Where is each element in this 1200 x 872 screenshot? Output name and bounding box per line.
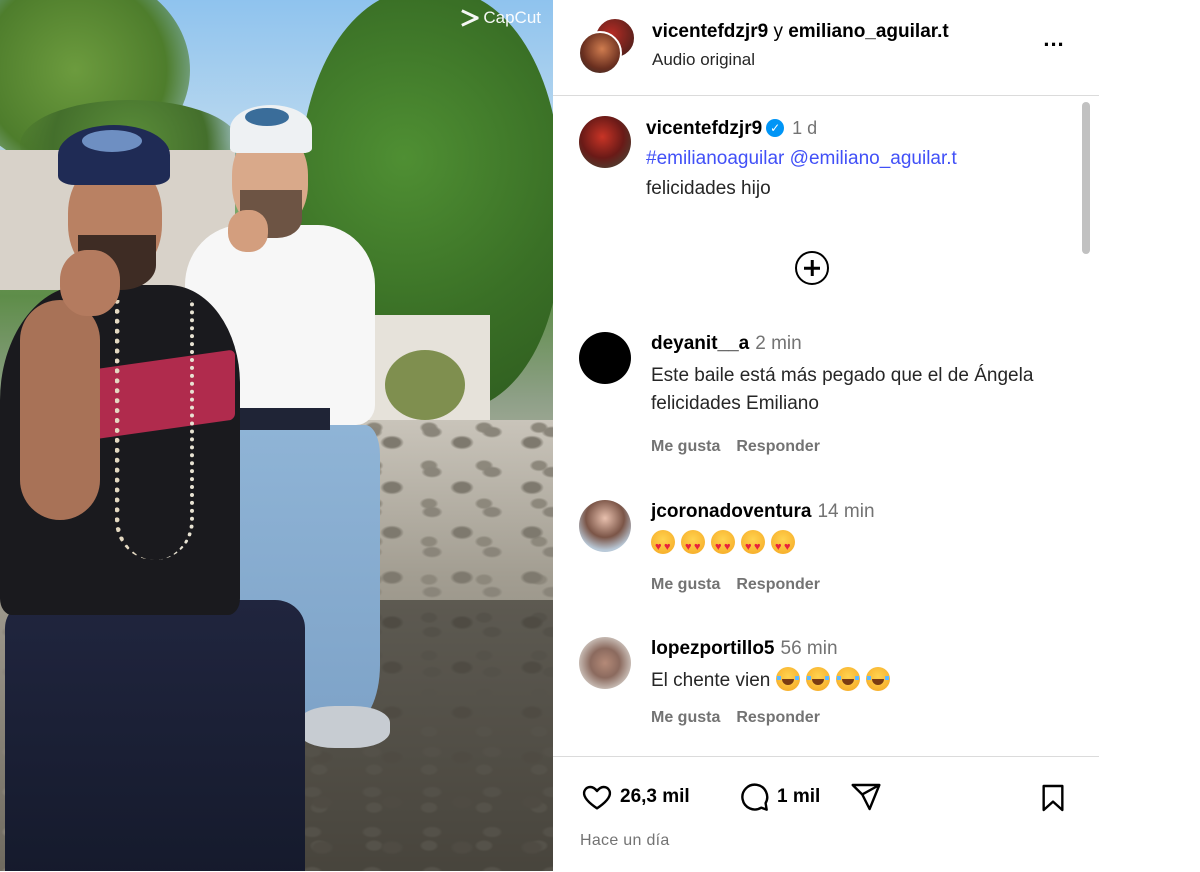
avatar[interactable] <box>579 332 631 384</box>
more-options-icon[interactable]: ... <box>1037 28 1071 58</box>
heart-eyes-emoji-icon <box>771 530 795 561</box>
comment-header: lopezportillo5 56 min <box>651 638 838 660</box>
comment-text-content: El chente vien <box>651 670 771 691</box>
comment-text <box>651 530 1061 561</box>
author-username-link[interactable]: vicentefdzjr9 <box>652 21 768 42</box>
send-icon <box>851 783 881 811</box>
tears-of-joy-emoji-icon <box>805 667 830 691</box>
likes-count[interactable]: 26,3 mil <box>620 786 690 808</box>
heart-eyes-emoji-icon <box>651 530 675 561</box>
post-details-panel: vicentefdzjr9 y emiliano_aguilar.t Audio… <box>553 0 1100 871</box>
like-comment-button[interactable]: Me gusta <box>651 438 720 455</box>
comment-text: Este baile está más pegado que el de Áng… <box>651 365 1034 414</box>
comment-time: 56 min <box>780 638 838 659</box>
post-timestamp[interactable]: Hace un día <box>580 832 670 850</box>
video-person-back-fist <box>228 210 268 252</box>
comment-time: 2 min <box>755 333 802 354</box>
comment-actions: Me gusta Responder <box>651 438 820 456</box>
comment-username-link[interactable]: deyanit__a <box>651 333 749 354</box>
video-person-back-cap-logo <box>245 108 289 126</box>
audio-link[interactable]: Audio original <box>652 50 755 70</box>
comment-header: jcoronadoventura 14 min <box>651 501 875 523</box>
heart-eyes-emoji-icon <box>711 530 735 561</box>
post-header: vicentefdzjr9 y emiliano_aguilar.t Audio… <box>553 0 1099 96</box>
mention-link[interactable]: @emiliano_aguilar.t <box>790 148 957 169</box>
avatar[interactable] <box>578 31 622 75</box>
bookmark-icon <box>1042 784 1064 812</box>
caption-author: vicentefdzjr9 ✓ 1 d <box>646 118 817 140</box>
video-person-back-belt <box>235 408 330 430</box>
post-authors: vicentefdzjr9 y emiliano_aguilar.t <box>652 21 949 43</box>
like-comment-button[interactable]: Me gusta <box>651 709 720 726</box>
like-button[interactable]: 26,3 mil <box>580 781 690 813</box>
heart-icon <box>582 785 612 810</box>
comments-scrollbar[interactable] <box>1079 100 1091 751</box>
share-button[interactable] <box>849 781 883 813</box>
comment-actions: Me gusta Responder <box>651 709 820 727</box>
comment-username-link[interactable]: lopezportillo5 <box>651 638 775 659</box>
collab-avatars[interactable] <box>578 17 636 75</box>
video-person-back-shoe <box>298 706 390 748</box>
heart-eyes-emoji-icon <box>741 530 765 561</box>
capcut-logo-icon <box>461 11 479 25</box>
tears-of-joy-emoji-icon <box>835 667 860 691</box>
comment-header: deyanit__a 2 min <box>651 333 802 355</box>
video-person-front-necklace <box>115 300 194 560</box>
avatar[interactable] <box>579 637 631 689</box>
comment-text: El chente vien <box>651 667 1061 695</box>
comment-button[interactable]: 1 mil <box>737 781 820 813</box>
tears-of-joy-emoji-icon <box>775 667 800 691</box>
reply-button[interactable]: Responder <box>736 576 820 593</box>
caption-username-link[interactable]: vicentefdzjr9 <box>646 118 762 139</box>
comments-count: 1 mil <box>777 786 821 807</box>
reply-button[interactable]: Responder <box>736 438 820 455</box>
video-bush <box>385 350 465 420</box>
reel-video[interactable]: CapCut <box>0 0 553 871</box>
comment-icon <box>741 783 769 811</box>
video-person-front-arm <box>20 300 100 520</box>
video-person-front-cap-logo <box>82 130 142 152</box>
capcut-watermark: CapCut <box>461 8 541 28</box>
like-comment-button[interactable]: Me gusta <box>651 576 720 593</box>
comment-actions: Me gusta Responder <box>651 576 820 594</box>
avatar[interactable] <box>579 500 631 552</box>
plus-circle-icon[interactable] <box>795 251 829 285</box>
save-button[interactable] <box>1037 781 1069 815</box>
video-person-front-fist <box>60 250 120 316</box>
reply-button[interactable]: Responder <box>736 709 820 726</box>
heart-eyes-emoji-icon <box>681 530 705 561</box>
avatar[interactable] <box>579 116 631 168</box>
post-actions-bar: 26,3 mil 1 mil Hace un día <box>553 756 1099 872</box>
comment-time: 14 min <box>817 501 875 522</box>
authors-conjunction: y <box>773 21 783 42</box>
caption-time: 1 d <box>792 118 818 138</box>
scrollbar-thumb[interactable] <box>1082 102 1090 254</box>
hashtag-link[interactable]: #emilianoaguilar <box>646 148 784 169</box>
coauthor-username-link[interactable]: emiliano_aguilar.t <box>788 21 949 42</box>
capcut-watermark-text: CapCut <box>483 8 541 27</box>
comments-section[interactable]: vicentefdzjr9 ✓ 1 d #emilianoaguilar @emil… <box>553 96 1099 756</box>
comment-username-link[interactable]: jcoronadoventura <box>651 501 811 522</box>
verified-badge-icon: ✓ <box>766 119 785 137</box>
tears-of-joy-emoji-icon <box>865 667 890 691</box>
page-background <box>1099 0 1200 871</box>
video-person-front-jeans <box>5 600 305 871</box>
caption-links: #emilianoaguilar @emiliano_aguilar.t <box>646 148 957 170</box>
caption-text: felicidades hijo <box>646 178 771 199</box>
